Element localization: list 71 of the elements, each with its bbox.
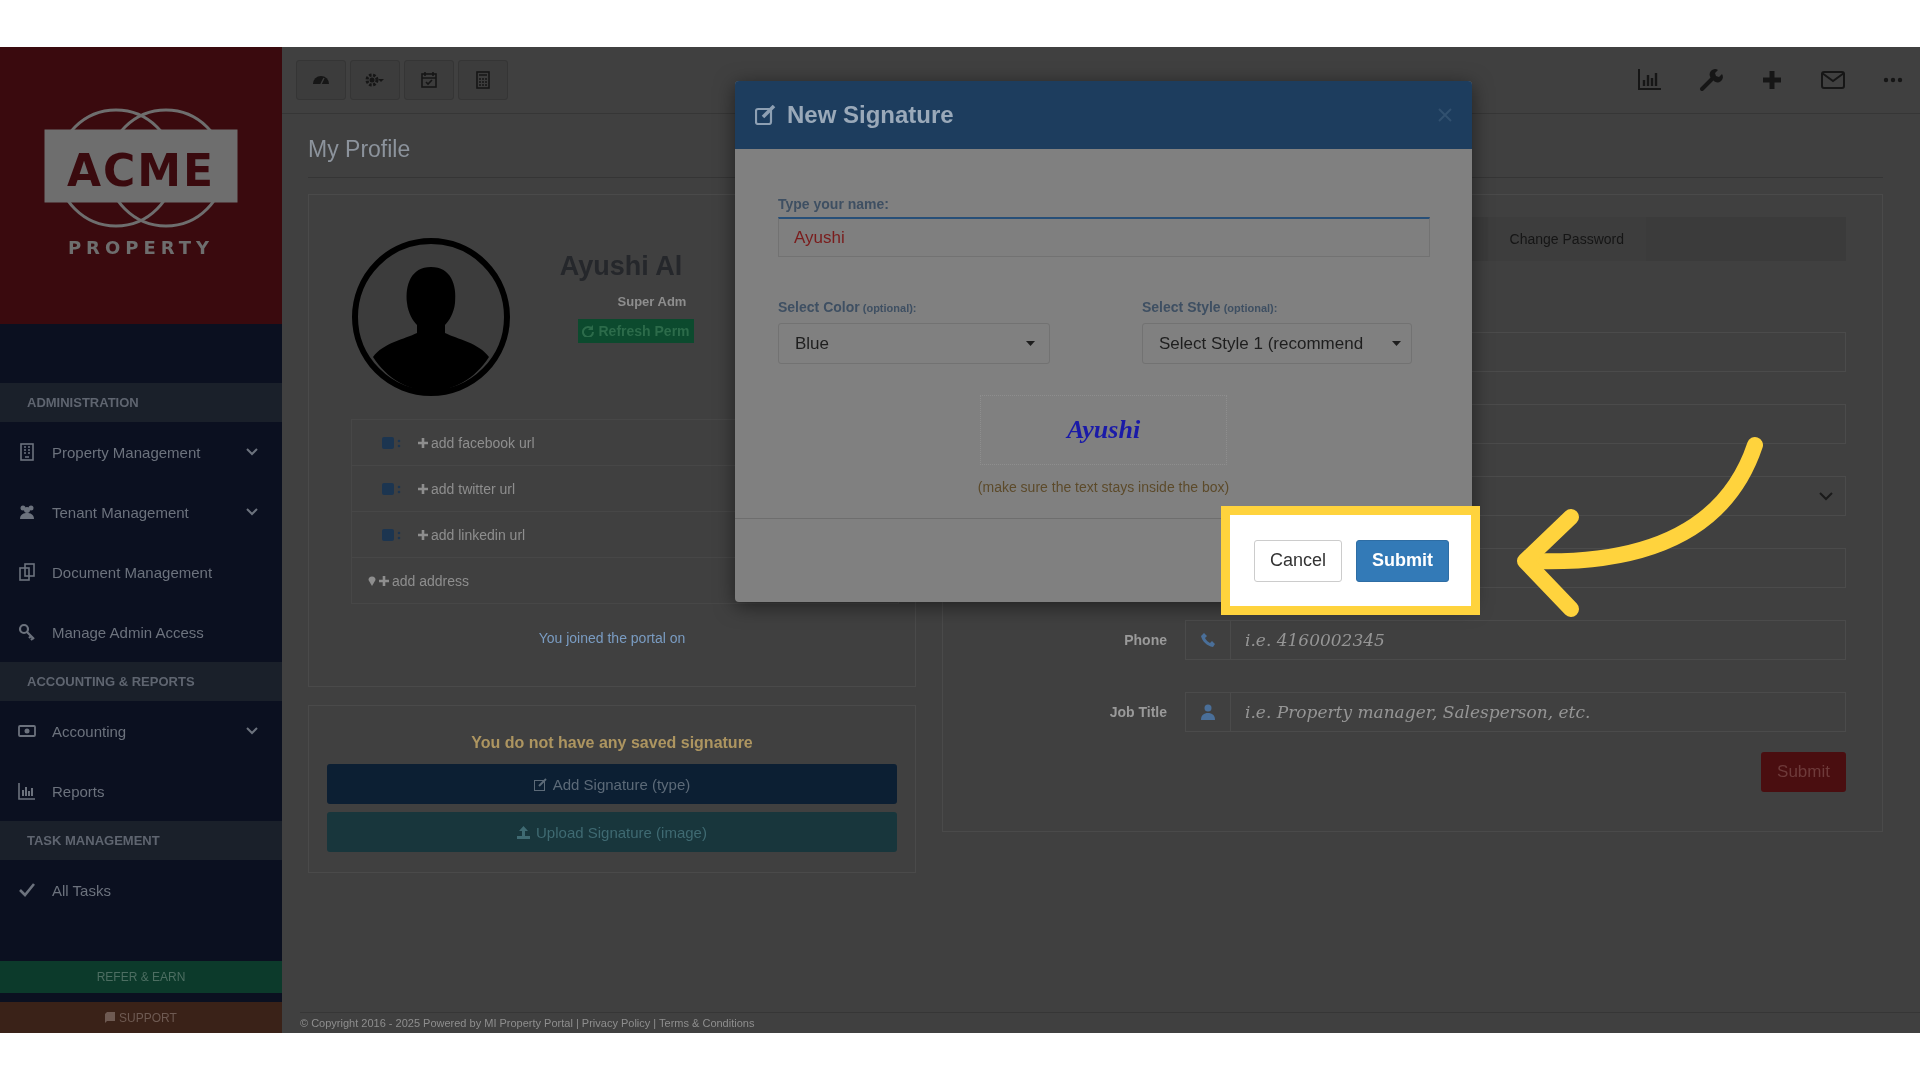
support-button[interactable]: SUPPORT	[0, 1002, 282, 1033]
field-label: Select Color	[778, 299, 860, 315]
section-header: ACCOUNTING & REPORTS	[0, 662, 282, 701]
optional-note: (optional):	[1222, 302, 1278, 314]
people-icon	[18, 503, 36, 521]
sidebar-item[interactable]: Manage Admin Access	[0, 602, 282, 662]
sidebar-item[interactable]: All Tasks	[0, 860, 282, 920]
checkmark-icon	[18, 881, 36, 899]
plus-icon	[418, 529, 428, 540]
add-link[interactable]: add linkedin url	[418, 526, 526, 543]
money-icon	[18, 722, 36, 740]
section-header: ADMINISTRATION	[0, 383, 282, 422]
user-role: Super Adm	[617, 294, 687, 309]
sidebar-item[interactable]: Accounting	[0, 701, 282, 761]
dashboard-button[interactable]	[296, 60, 346, 100]
phone-icon	[1201, 633, 1215, 647]
calculator-button[interactable]	[458, 60, 508, 100]
submit-button[interactable]: Submit	[1356, 539, 1449, 582]
cancel-button[interactable]: Cancel	[1254, 539, 1342, 582]
add-link[interactable]: add facebook url	[418, 434, 535, 451]
logo-tagline: PROPERTY	[67, 236, 215, 258]
plus-icon	[379, 575, 389, 586]
logo-emblem-icon	[44, 108, 238, 227]
avatar-silhouette-icon	[351, 237, 511, 397]
add-signature-button[interactable]: Add Signature (type)	[327, 764, 897, 804]
edit-icon	[755, 105, 777, 125]
footer-text: © Copyright 2016 - 2025 Powered by MI Property Portal | Privacy Policy | Terms & Conditions	[300, 1012, 1920, 1033]
chevron-down-icon	[1819, 491, 1833, 501]
field-label: Type your name:	[778, 196, 890, 212]
optional-note: (optional):	[861, 302, 917, 314]
calendar-button[interactable]	[404, 60, 454, 100]
plus-icon	[418, 483, 428, 494]
settings-button[interactable]	[350, 60, 400, 100]
no-signature-text: You do not have any saved signature	[470, 734, 754, 752]
calculator-icon	[473, 70, 493, 90]
book-icon	[105, 1012, 116, 1023]
calendar-icon	[419, 70, 439, 90]
name-input[interactable]: Ayushi	[778, 217, 1430, 257]
plus-icon	[418, 437, 428, 448]
building-icon	[18, 443, 36, 461]
sidebar-item[interactable]: Reports	[0, 761, 282, 821]
field-label: Phone	[1123, 632, 1167, 648]
joined-text: You joined the portal on	[537, 629, 687, 648]
bar-chart-icon[interactable]	[1638, 68, 1662, 92]
wrench-icon[interactable]	[1699, 68, 1723, 92]
key-icon	[18, 623, 36, 641]
field-label: Job Title	[1108, 704, 1167, 720]
refer-earn-button[interactable]: REFER & EARN	[0, 961, 282, 993]
section-header: TASK MANAGEMENT	[0, 821, 282, 860]
upload-icon	[517, 825, 531, 839]
refresh-icon	[582, 325, 595, 337]
envelope-icon[interactable]	[1821, 68, 1845, 92]
color-select[interactable]: Blue	[778, 323, 1050, 364]
sidebar-item[interactable]: Property Management	[0, 422, 282, 482]
documents-icon	[18, 563, 36, 581]
add-link[interactable]: add twitter url	[418, 480, 516, 497]
person-icon	[1201, 704, 1215, 720]
caret-icon	[1392, 341, 1401, 346]
map-pin-icon	[368, 575, 376, 586]
signature-preview-text: Ayushi	[1066, 415, 1141, 445]
caret-icon	[1026, 341, 1035, 346]
edit-icon	[533, 777, 547, 791]
field-label: Select Style	[1142, 299, 1221, 315]
sidebar-item[interactable]: Document Management	[0, 542, 282, 602]
logo-text: ACME	[66, 144, 216, 196]
sidebar-item[interactable]: Tenant Management	[0, 482, 282, 542]
hint-text: (make sure the text stays inside the box)	[976, 479, 1231, 495]
add-address-link[interactable]: add address	[368, 572, 470, 589]
bar-chart-icon	[18, 782, 36, 800]
style-select[interactable]: Select Style 1 (recommend	[1142, 323, 1412, 364]
plus-icon[interactable]	[1760, 68, 1784, 92]
